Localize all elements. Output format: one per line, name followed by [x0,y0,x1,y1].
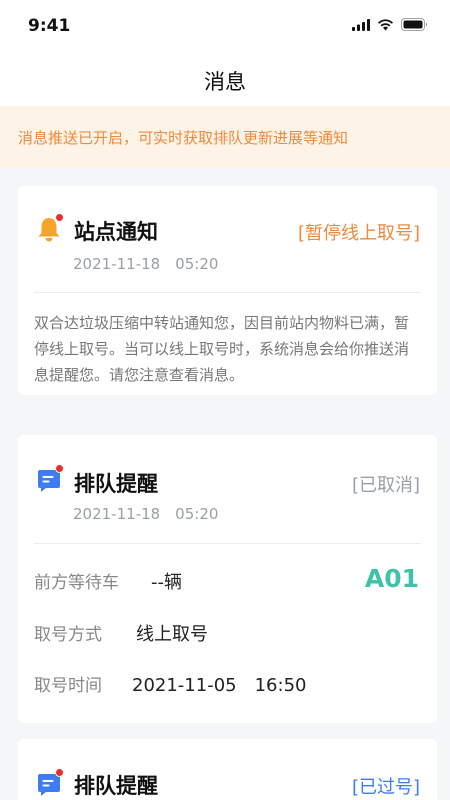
bell-icon [34,213,64,244]
message-card-station-notice[interactable]: 站点通知 [暂停线上取号] 2021-11-18 05:20 双合达垃圾压缩中转… [18,186,437,395]
unread-dot [55,768,64,777]
unread-dot [55,213,64,222]
take-method-value: 线上取号 [136,624,208,645]
status-tag: [已过号] [351,777,420,798]
push-notice-banner: 消息推送已开启，可实时获取排队更新进展等通知 [0,106,450,168]
take-time-label: 取号时间 [34,676,102,696]
wait-count-label: 前方等待车 [34,573,119,593]
card-timestamp: 2021-11-18 05:20 [73,255,219,273]
message-icon [34,768,64,800]
message-icon [34,464,64,496]
queue-number: A01 [364,564,419,593]
card-timestamp: 2021-11-18 05:20 [73,505,219,523]
signal-icon [352,18,370,31]
card-body-text: 双合达垃圾压缩中转站通知您，因目前站内物料已满，暂停线上取号。当可以线上取号时，… [34,314,410,384]
card-title: 排队提醒 [74,774,158,798]
card-divider [34,292,421,293]
push-notice-text: 消息推送已开启，可实时获取排队更新进展等通知 [18,129,349,147]
battery-icon [401,18,427,31]
unread-dot [55,464,64,473]
take-method-label: 取号方式 [34,625,102,645]
card-divider [34,543,421,544]
status-time: 9:41 [28,16,71,36]
take-time-value: 2021-11-05 16:50 [132,675,307,696]
card-title: 排队提醒 [74,472,158,496]
wifi-icon [378,18,393,30]
card-title: 站点通知 [74,220,158,244]
message-card-queue-reminder[interactable]: 排队提醒 [已取消] 2021-11-18 05:20 前方等待车 --辆 A0… [18,435,437,723]
nav-bar: 消息 [0,56,450,106]
wait-count-value: --辆 [151,572,182,593]
status-tag: [已取消] [351,475,420,496]
message-card-queue-reminder-2[interactable]: 排队提醒 [已过号] [18,739,437,800]
status-bar: 9:41 [0,0,450,56]
page-title: 消息 [204,70,246,94]
status-tag: [暂停线上取号] [297,223,420,244]
status-icons [352,18,428,31]
